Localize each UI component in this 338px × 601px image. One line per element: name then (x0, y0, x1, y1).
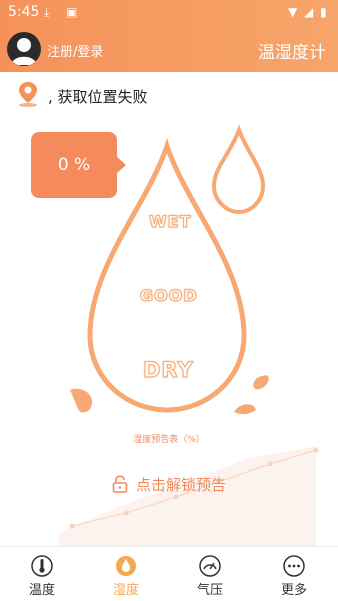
tab-temperature[interactable]: 温度 (0, 547, 84, 601)
water-drop-icon (116, 556, 136, 576)
location-status: , 获取位置失败 (48, 88, 148, 106)
app-title: 温湿度计 (258, 43, 326, 63)
download-icon: ⤓ (44, 5, 50, 19)
tab-humidity-label: 湿度 (112, 583, 139, 598)
more-icon (283, 555, 305, 577)
wifi-icon: ▼ (288, 5, 298, 19)
unlock-forecast-label: 点击解锁预告 (136, 476, 227, 494)
app-bar: 注册/登录 温湿度计 (0, 26, 338, 72)
thermometer-icon (31, 555, 53, 577)
status-bar: 5:45 ⤓ ▣ ▼ ◢ ▮ (0, 0, 338, 26)
tab-more[interactable]: 更多 (252, 547, 336, 601)
gauge-icon (199, 555, 221, 577)
signal-icon: ◢ (304, 5, 314, 19)
location-row: , 获取位置失败 (0, 72, 338, 116)
forecast-chart-label: 湿度预告表（%） (133, 435, 205, 445)
level-good-label: GOOD (139, 285, 198, 305)
battery-icon: ▮ (320, 5, 327, 19)
tab-pressure[interactable]: 气压 (168, 547, 252, 601)
status-time: 5:45 (8, 4, 40, 20)
tab-temperature-label: 温度 (28, 583, 55, 598)
tab-more-label: 更多 (280, 583, 307, 598)
user-icon (11, 38, 37, 65)
bottom-tab-bar: 温度 湿度 气压 更多 (0, 546, 338, 601)
avatar[interactable] (7, 32, 41, 66)
humidity-panel: 0 % WET GOOD DRY 湿度预告表（%） 点击解锁预告 (0, 116, 338, 546)
location-pin-icon (19, 82, 37, 107)
tab-pressure-label: 气压 (196, 583, 223, 598)
login-link[interactable]: 注册/登录 (47, 41, 103, 60)
notification-icon: ▣ (66, 5, 78, 19)
lock-icon (112, 475, 128, 493)
level-wet-label: WET (148, 211, 192, 231)
level-dry-label: DRY (142, 357, 194, 382)
tab-humidity[interactable]: 湿度 (84, 547, 168, 601)
